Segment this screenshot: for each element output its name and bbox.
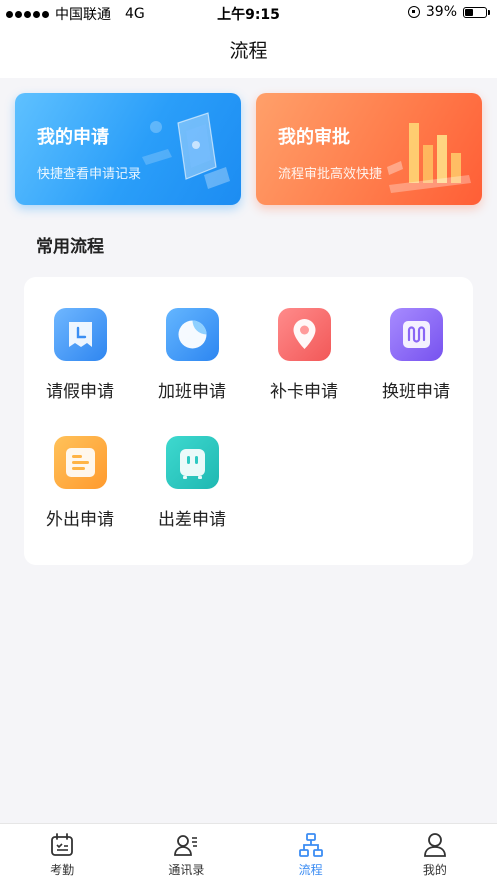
- common-flows-panel: 请假申请 加班申请 补卡申请 换班申请 外出申请 出差申请: [24, 277, 473, 565]
- tab-label: 考勤: [50, 863, 75, 877]
- battery-percent: 39%: [425, 4, 457, 20]
- location-pin-icon: [278, 308, 331, 361]
- item-label: 出差申请: [158, 510, 226, 530]
- my-applications-card[interactable]: 我的申请 快捷查看申请记录: [15, 93, 241, 205]
- section-title: 常用流程: [36, 237, 104, 257]
- punch-correction-item[interactable]: 补卡申请: [248, 277, 360, 402]
- contacts-icon: [174, 835, 198, 856]
- flow-chart-icon: [298, 833, 323, 857]
- leave-icon: [54, 308, 107, 361]
- business-trip-item[interactable]: 出差申请: [136, 405, 248, 530]
- item-label: 外出申请: [46, 510, 114, 530]
- card-subtitle: 快捷查看申请记录: [37, 167, 142, 182]
- battery-icon: [463, 6, 490, 18]
- card-title: 我的申请: [37, 127, 109, 148]
- tab-label: 通讯录: [168, 863, 205, 877]
- overtime-request-item[interactable]: 加班申请: [136, 277, 248, 402]
- document-illustration-icon: [142, 112, 230, 189]
- outing-request-item[interactable]: 外出申请: [24, 405, 136, 530]
- tab-label: 我的: [422, 863, 447, 877]
- tab-flow[interactable]: 流程: [249, 824, 373, 883]
- tab-me[interactable]: 我的: [373, 824, 497, 883]
- item-label: 换班申请: [382, 382, 450, 402]
- my-approvals-card[interactable]: 我的审批 流程审批高效快捷: [256, 93, 482, 205]
- item-label: 请假申请: [46, 382, 114, 402]
- shift-swap-item[interactable]: 换班申请: [360, 277, 472, 402]
- item-label: 补卡申请: [270, 382, 338, 402]
- business-trip-icon: [166, 436, 219, 489]
- tab-bar: 考勤 通讯录 流程 我的: [0, 823, 497, 883]
- card-subtitle: 流程审批高效快捷: [278, 167, 383, 182]
- outing-icon: [54, 436, 107, 489]
- overtime-icon: [166, 308, 219, 361]
- rotation-lock-icon: [407, 6, 420, 18]
- page-title: 流程: [0, 26, 497, 78]
- shift-swap-icon: [390, 308, 443, 361]
- status-right: 39%: [407, 4, 490, 20]
- status-bar: 中国联通 4G 上午9:15 39%: [0, 0, 497, 26]
- person-icon: [423, 833, 446, 857]
- tab-label: 流程: [298, 863, 323, 877]
- card-title: 我的审批: [278, 127, 350, 148]
- item-label: 加班申请: [158, 382, 226, 402]
- calendar-icon: [51, 833, 74, 856]
- tab-contacts[interactable]: 通讯录: [124, 824, 248, 883]
- bar-chart-illustration-icon: [387, 123, 471, 193]
- tab-attendance[interactable]: 考勤: [0, 824, 124, 883]
- leave-request-item[interactable]: 请假申请: [24, 277, 136, 402]
